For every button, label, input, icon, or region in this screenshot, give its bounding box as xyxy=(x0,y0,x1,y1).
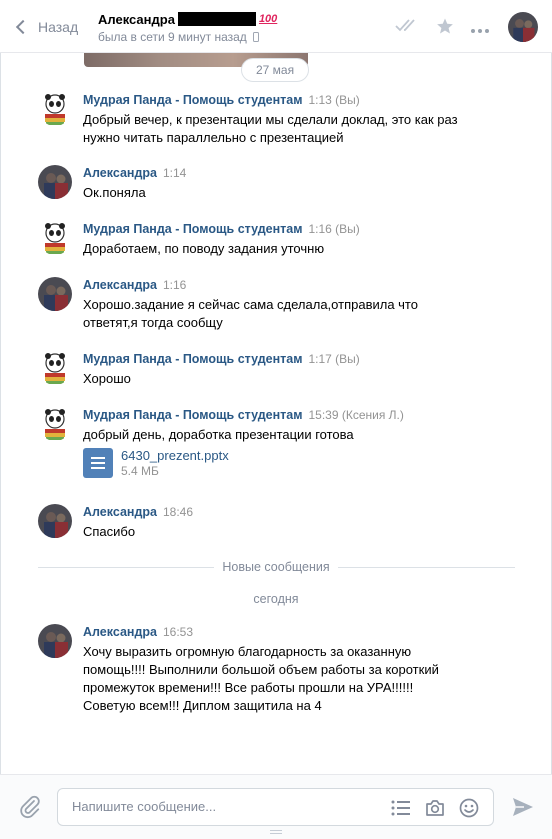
message-text: Хорошо xyxy=(83,371,131,386)
camera-icon[interactable] xyxy=(425,799,445,820)
message-author[interactable]: Мудрая Панда - Помощь студентам xyxy=(83,93,302,107)
message-time[interactable]: 1:14 xyxy=(163,166,186,180)
paperclip-icon[interactable] xyxy=(18,795,42,822)
user-avatar[interactable] xyxy=(38,165,72,199)
message-time[interactable]: 1:16 (Вы) xyxy=(308,222,359,236)
message-input[interactable] xyxy=(72,799,372,814)
new-messages-divider: Новые сообщения xyxy=(222,560,330,574)
redacted-block xyxy=(177,12,256,26)
mobile-phone-icon xyxy=(252,32,259,42)
message-text: Ок.поняла xyxy=(83,185,146,200)
hundred-points-emoji: 100 xyxy=(258,13,278,25)
peer-name: Александра xyxy=(98,11,175,27)
back-label: Назад xyxy=(38,19,79,35)
today-separator: сегодня xyxy=(253,592,299,606)
date-separator: 27 мая xyxy=(241,58,310,82)
panda-avatar[interactable] xyxy=(38,351,72,385)
panda-avatar[interactable] xyxy=(38,407,72,441)
user-avatar[interactable] xyxy=(38,277,72,311)
message-author[interactable]: Александра xyxy=(83,278,157,292)
message-input-box[interactable] xyxy=(57,788,494,826)
message-text: Хорошо.задание я сейчас сама сделала,отп… xyxy=(83,297,418,330)
star-icon[interactable] xyxy=(436,17,454,40)
message-time[interactable]: 18:46 xyxy=(163,505,193,519)
message-author[interactable]: Мудрая Панда - Помощь студентам xyxy=(83,408,302,422)
message-time[interactable]: 16:53 xyxy=(163,625,193,639)
file-name[interactable]: 6430_prezent.pptx xyxy=(121,448,229,464)
more-icon[interactable] xyxy=(470,19,490,39)
peer-info[interactable]: Александра 100 была в сети 9 минут назад xyxy=(98,10,278,45)
user-avatar[interactable] xyxy=(38,504,72,538)
list-icon[interactable] xyxy=(391,799,411,820)
smile-icon[interactable] xyxy=(459,798,479,821)
file-size: 5.4 МБ xyxy=(121,464,159,478)
message-time[interactable]: 1:13 (Вы) xyxy=(308,93,359,107)
message-author[interactable]: Александра xyxy=(83,505,157,519)
message-time[interactable]: 1:16 xyxy=(163,278,186,292)
message-text: Добрый вечер, к презентации мы сделали д… xyxy=(83,112,458,145)
document-icon xyxy=(83,448,113,478)
message-author[interactable]: Мудрая Панда - Помощь студентам xyxy=(83,352,302,366)
message-author[interactable]: Александра xyxy=(83,625,157,639)
message-text: Спасибо xyxy=(83,524,136,539)
message-text: Доработаем, по поводу задания уточню xyxy=(83,241,325,256)
message-author[interactable]: Александра xyxy=(83,166,157,180)
back-button[interactable]: Назад xyxy=(14,18,78,36)
chat-header: Назад Александра 100 была в сети 9 минут… xyxy=(0,0,552,53)
send-button[interactable] xyxy=(512,797,534,820)
message-author[interactable]: Мудрая Панда - Помощь студентам xyxy=(83,222,302,236)
chevron-left-icon xyxy=(15,19,31,35)
message-time[interactable]: 15:39 (Ксения Л.) xyxy=(308,408,403,422)
message-text: Хочу выразить огромную благодарность за … xyxy=(83,644,439,713)
peer-status: была в сети 9 минут назад xyxy=(98,30,247,44)
panda-avatar[interactable] xyxy=(38,92,72,126)
file-attachment[interactable]: 6430_prezent.pptx 5.4 МБ xyxy=(83,448,229,480)
user-avatar[interactable] xyxy=(38,624,72,658)
panda-avatar[interactable] xyxy=(38,221,72,255)
peer-avatar[interactable] xyxy=(508,12,538,42)
resize-handle[interactable] xyxy=(270,830,282,834)
double-check-icon[interactable] xyxy=(394,18,420,39)
message-time[interactable]: 1:17 (Вы) xyxy=(308,352,359,366)
message-text: добрый день, доработка презентации готов… xyxy=(83,427,354,442)
